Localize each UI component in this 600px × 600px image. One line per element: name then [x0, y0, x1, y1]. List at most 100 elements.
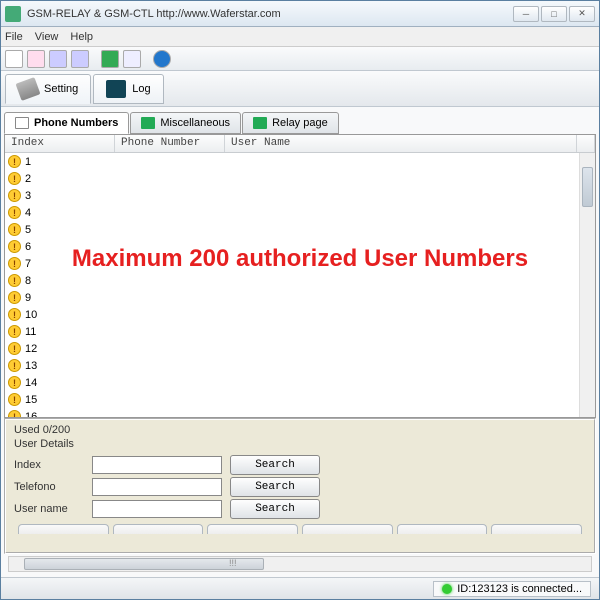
statusbar: ID:123123 is connected... [1, 577, 599, 599]
globe-icon[interactable] [153, 50, 171, 68]
warning-icon: ! [8, 206, 21, 219]
close-button[interactable]: ✕ [569, 6, 595, 22]
save2-icon[interactable] [71, 50, 89, 68]
table-row[interactable]: !6 [5, 238, 595, 255]
table-row[interactable]: !11 [5, 323, 595, 340]
ghost-button[interactable] [207, 524, 298, 534]
col-index[interactable]: Index [5, 135, 115, 152]
input-index[interactable] [92, 456, 222, 474]
warning-icon: ! [8, 172, 21, 185]
table-row[interactable]: !4 [5, 204, 595, 221]
subtab-relay-label: Relay page [272, 117, 328, 129]
grid-header: Index Phone Number User Name [5, 135, 595, 153]
col-user[interactable]: User Name [225, 135, 577, 152]
tab-log[interactable]: Log [93, 74, 163, 104]
new-icon[interactable] [5, 50, 23, 68]
table-row[interactable]: !8 [5, 272, 595, 289]
label-index: Index [14, 459, 84, 471]
warning-icon: ! [8, 359, 21, 372]
row-index: 1 [25, 156, 31, 168]
warning-icon: ! [8, 325, 21, 338]
tab-setting[interactable]: Setting [5, 74, 91, 104]
data-grid: Index Phone Number User Name !1!2!3!4!5!… [4, 134, 596, 418]
input-telefono[interactable] [92, 478, 222, 496]
status-text: ID:123123 is connected... [457, 583, 582, 595]
vertical-scrollbar[interactable] [579, 153, 595, 417]
warning-icon: ! [8, 257, 21, 270]
table-row[interactable]: ! 10 [5, 306, 595, 323]
row-index: 15 [25, 394, 37, 406]
table-row[interactable]: ! 13 [5, 357, 595, 374]
connect-icon[interactable] [101, 50, 119, 68]
wrench-icon [16, 77, 41, 101]
subtab-phone-numbers[interactable]: Phone Numbers [4, 112, 129, 134]
table-row[interactable]: !12 [5, 340, 595, 357]
details-panel: Used 0/200 User Details Index Search Tel… [4, 418, 596, 554]
main-tabs: Setting Log [1, 71, 599, 107]
search-telefono-button[interactable]: Search [230, 477, 320, 497]
table-row[interactable]: !9 [5, 289, 595, 306]
titlebar[interactable]: GSM-RELAY & GSM-CTL http://www.Waferstar… [1, 1, 599, 27]
horizontal-scrollbar[interactable]: !!! [8, 556, 592, 572]
search-index-button[interactable]: Search [230, 455, 320, 475]
used-counter: Used 0/200 [14, 424, 586, 436]
col-phone[interactable]: Phone Number [115, 135, 225, 152]
maximize-button[interactable]: □ [541, 6, 567, 22]
warning-icon: ! [8, 393, 21, 406]
ghost-button[interactable] [302, 524, 393, 534]
hscroll-mark: !!! [229, 558, 237, 568]
warning-icon: ! [8, 291, 21, 304]
misc-icon [141, 117, 155, 129]
row-index: 12 [25, 343, 37, 355]
subtab-relay-page[interactable]: Relay page [242, 112, 339, 134]
minimize-button[interactable]: ─ [513, 6, 539, 22]
row-index: 10 [25, 309, 37, 321]
screen-icon[interactable] [123, 50, 141, 68]
menubar: File View Help [1, 27, 599, 47]
content-area: Phone Numbers Miscellaneous Relay page I… [1, 107, 599, 577]
table-row[interactable]: !16 [5, 408, 595, 417]
menu-file[interactable]: File [5, 31, 23, 43]
warning-icon: ! [8, 240, 21, 253]
sub-tabstrip: Phone Numbers Miscellaneous Relay page [4, 110, 596, 134]
wave-icon [106, 80, 126, 98]
table-row[interactable]: ! 15 [5, 391, 595, 408]
row-index: 7 [25, 258, 31, 270]
table-row[interactable]: !3 [5, 187, 595, 204]
table-row[interactable]: !14 [5, 374, 595, 391]
warning-icon: ! [8, 155, 21, 168]
table-row[interactable]: !1 [5, 153, 595, 170]
button-row [14, 524, 586, 546]
warning-icon: ! [8, 308, 21, 321]
ghost-button[interactable] [113, 524, 204, 534]
status-dot-icon [442, 584, 452, 594]
save-icon[interactable] [49, 50, 67, 68]
open-icon[interactable] [27, 50, 45, 68]
phone-icon [15, 117, 29, 129]
menu-help[interactable]: Help [70, 31, 93, 43]
toolbar [1, 47, 599, 71]
subtab-phone-label: Phone Numbers [34, 117, 118, 129]
details-header: User Details [14, 438, 586, 450]
warning-icon: ! [8, 189, 21, 202]
row-index: 9 [25, 292, 31, 304]
row-index: 8 [25, 275, 31, 287]
grid-body[interactable]: !1!2!3!4!5!6!7!8!9!10!11!12!13!14!15!16 [5, 153, 595, 417]
row-index: 4 [25, 207, 31, 219]
row-index: 13 [25, 360, 37, 372]
menu-view[interactable]: View [35, 31, 59, 43]
ghost-button[interactable] [18, 524, 109, 534]
ghost-button[interactable] [491, 524, 582, 534]
row-index: 6 [25, 241, 31, 253]
window-title: GSM-RELAY & GSM-CTL http://www.Waferstar… [27, 8, 513, 20]
row-index: 2 [25, 173, 31, 185]
input-username[interactable] [92, 500, 222, 518]
ghost-button[interactable] [397, 524, 488, 534]
subtab-miscellaneous[interactable]: Miscellaneous [130, 112, 241, 134]
table-row[interactable]: !2 [5, 170, 595, 187]
warning-icon: ! [8, 223, 21, 236]
row-index: 3 [25, 190, 31, 202]
table-row[interactable]: !5 [5, 221, 595, 238]
table-row[interactable]: !7 [5, 255, 595, 272]
search-username-button[interactable]: Search [230, 499, 320, 519]
